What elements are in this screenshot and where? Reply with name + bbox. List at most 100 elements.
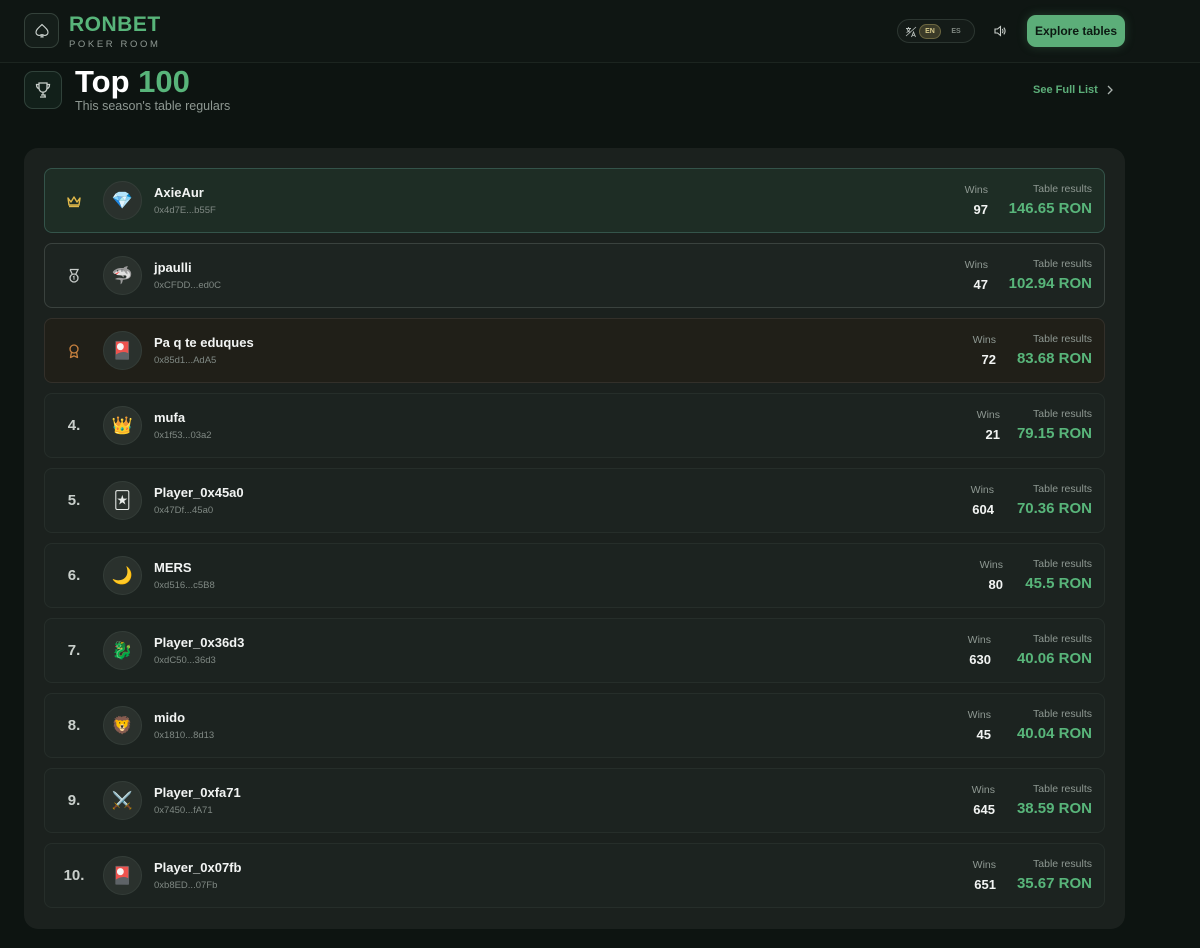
top-header: RONBET POKER ROOM EN ES Explore tables <box>0 0 1200 63</box>
spade-logo-icon[interactable] <box>24 13 59 48</box>
table-results-label: Table results <box>1033 558 1092 570</box>
trophy-icon <box>24 71 62 109</box>
rank-number: 8. <box>67 717 81 734</box>
wins-value: 45 <box>976 727 991 742</box>
wins-value: 21 <box>985 427 1000 442</box>
leaderboard-row[interactable]: 5. 🃏 Player_0x45a0 0x47Df...45a0 Wins 60… <box>44 468 1105 533</box>
player-name[interactable]: Pa q te eduques <box>154 335 254 350</box>
player-address: 0xdC50...36d3 <box>154 655 216 666</box>
wins-label: Wins <box>967 709 991 721</box>
leaderboard-row[interactable]: 6. 🌙 MERS 0xd516...c5B8 Wins 80 Table re… <box>44 543 1105 608</box>
brand-title[interactable]: RONBET <box>69 13 161 37</box>
wins-value: 604 <box>972 502 994 517</box>
page-title: Top 100 <box>75 64 190 100</box>
page-title-accent: 100 <box>138 64 190 99</box>
table-results-value: 40.06 RON <box>1016 650 1092 667</box>
rank-number: 5. <box>67 492 81 509</box>
table-results-value: 70.36 RON <box>1016 500 1092 517</box>
see-full-list-link[interactable]: See Full List <box>1033 84 1114 96</box>
wins-label: Wins <box>970 484 994 496</box>
player-address: 0x4d7E...b55F <box>154 205 216 216</box>
player-name[interactable]: Player_0xfa71 <box>154 785 241 800</box>
crown-icon <box>67 195 81 207</box>
wins-value: 651 <box>974 877 996 892</box>
player-address: 0xCFDD...ed0C <box>154 280 222 291</box>
rank-number: 6. <box>67 567 81 584</box>
table-results-label: Table results <box>1033 633 1092 645</box>
wins-label: Wins <box>976 409 1000 421</box>
wins-label: Wins <box>971 784 995 796</box>
table-results-label: Table results <box>1033 408 1092 420</box>
speaker-icon[interactable] <box>993 24 1007 43</box>
translate-icon <box>905 25 917 43</box>
table-results-value: 45.5 RON <box>1025 575 1092 592</box>
player-address: 0x7450...fA71 <box>154 805 213 816</box>
player-name[interactable]: jpaulli <box>154 260 192 275</box>
player-address: 0x85d1...AdA5 <box>154 355 217 366</box>
bronze-medal-icon <box>69 343 79 358</box>
leaderboard-row[interactable]: 💎 AxieAur 0x4d7E...b55F Wins 97 Table re… <box>44 168 1105 233</box>
table-results-value: 83.68 RON <box>1016 350 1092 367</box>
player-address: 0xd516...c5B8 <box>154 580 215 591</box>
lang-es-option[interactable]: ES <box>947 24 965 39</box>
avatar: ⚔️ <box>103 781 142 820</box>
wins-value: 80 <box>988 577 1003 592</box>
player-name[interactable]: AxieAur <box>154 185 204 200</box>
wins-value: 630 <box>969 652 991 667</box>
table-results-value: 102.94 RON <box>1008 275 1092 292</box>
table-results-label: Table results <box>1033 258 1092 270</box>
wins-label: Wins <box>972 859 996 871</box>
rank-crown <box>45 169 103 232</box>
leaderboard-row[interactable]: 8. 🦁 mido 0x1810...8d13 Wins 45 Table re… <box>44 693 1105 758</box>
rank-number: 9. <box>67 792 81 809</box>
lang-en-option[interactable]: EN <box>919 24 941 39</box>
player-address: 0x47Df...45a0 <box>154 505 214 516</box>
avatar: 🌙 <box>103 556 142 595</box>
table-results-value: 146.65 RON <box>1008 200 1092 217</box>
avatar: 🦁 <box>103 706 142 745</box>
leaderboard-row[interactable]: 7. 🐉 Player_0x36d3 0xdC50...36d3 Wins 63… <box>44 618 1105 683</box>
player-name[interactable]: mido <box>154 710 185 725</box>
leaderboard-row[interactable]: 🎴 Pa q te eduques 0x85d1...AdA5 Wins 72 … <box>44 318 1105 383</box>
player-address: 0x1f53...03a2 <box>154 430 212 441</box>
wins-value: 97 <box>973 202 988 217</box>
player-name[interactable]: mufa <box>154 410 185 425</box>
wins-value: 47 <box>973 277 988 292</box>
leaderboard-row[interactable]: 🦈 jpaulli 0xCFDD...ed0C Wins 47 Table re… <box>44 243 1105 308</box>
player-name[interactable]: Player_0x36d3 <box>154 635 244 650</box>
leaderboard: 💎 AxieAur 0x4d7E...b55F Wins 97 Table re… <box>24 148 1125 929</box>
leaderboard-row[interactable]: 10. 🎴 Player_0x07fb 0xb8ED...07Fb Wins 6… <box>44 843 1105 908</box>
avatar: 🐉 <box>103 631 142 670</box>
table-results-value: 40.04 RON <box>1016 725 1092 742</box>
rank-number: 7. <box>67 642 81 659</box>
table-results-label: Table results <box>1033 708 1092 720</box>
leaderboard-row[interactable]: 4. 👑 mufa 0x1f53...03a2 Wins 21 Table re… <box>44 393 1105 458</box>
rank-number: 4. <box>67 417 81 434</box>
avatar: 🦈 <box>103 256 142 295</box>
table-results-label: Table results <box>1033 483 1092 495</box>
table-results-value: 35.67 RON <box>1016 875 1092 892</box>
avatar: 👑 <box>103 406 142 445</box>
avatar: 🎴 <box>103 856 142 895</box>
player-name[interactable]: MERS <box>154 560 192 575</box>
table-results-value: 79.15 RON <box>1016 425 1092 442</box>
wins-label: Wins <box>972 334 996 346</box>
table-results-value: 38.59 RON <box>1016 800 1092 817</box>
rank-medal <box>45 244 103 307</box>
explore-tables-button[interactable]: Explore tables <box>1027 15 1125 47</box>
rank-number: 10. <box>63 867 85 884</box>
brand-subtitle: POKER ROOM <box>69 39 161 50</box>
wins-value: 72 <box>981 352 996 367</box>
page-title-main: Top <box>75 64 139 99</box>
leaderboard-row[interactable]: 9. ⚔️ Player_0xfa71 0x7450...fA71 Wins 6… <box>44 768 1105 833</box>
wins-label: Wins <box>964 184 988 196</box>
rank-medal <box>45 319 103 382</box>
player-address: 0x1810...8d13 <box>154 730 215 741</box>
avatar: 💎 <box>103 181 142 220</box>
player-name[interactable]: Player_0x07fb <box>154 860 241 875</box>
language-toggle[interactable]: EN ES <box>897 19 975 43</box>
player-name[interactable]: Player_0x45a0 <box>154 485 244 500</box>
table-results-label: Table results <box>1033 783 1092 795</box>
page-subtitle: This season's table regulars <box>75 99 231 113</box>
wins-label: Wins <box>964 259 988 271</box>
